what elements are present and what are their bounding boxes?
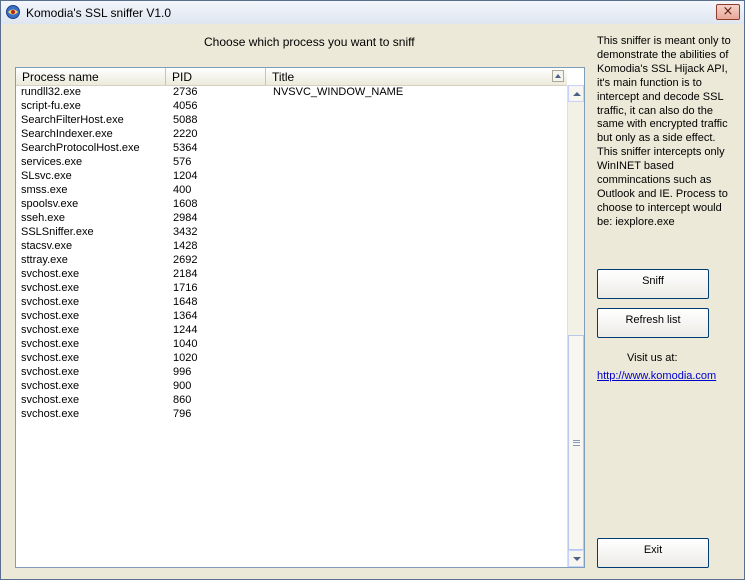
column-header-title[interactable]: Title [266,68,568,85]
table-row[interactable]: svchost.exe 1648 [16,295,567,309]
list-rows: rundll32.exe 2736 NVSVC_WINDOW_NAME script-… [16,85,567,567]
pid-cell: 1244 [173,324,198,336]
process-name-cell: sseh.exe [21,212,66,224]
process-name-cell: script-fu.exe [21,100,81,112]
table-row[interactable]: SearchFilterHost.exe 5088 [16,113,567,127]
process-name-cell: services.exe [21,156,83,168]
pid-cell: 4056 [173,100,198,112]
process-name-cell: svchost.exe [21,310,80,322]
pid-cell: 5088 [173,114,198,126]
table-row[interactable]: spoolsv.exe 1608 [16,197,567,211]
pid-cell: 1428 [173,240,198,252]
vertical-scrollbar[interactable] [567,85,584,567]
title-cell: NVSVC_WINDOW_NAME [273,86,404,98]
pid-cell: 2220 [173,128,198,140]
table-row[interactable]: SearchProtocolHost.exe 5364 [16,141,567,155]
pid-cell: 2692 [173,254,198,266]
process-name-cell: svchost.exe [21,408,80,420]
table-row[interactable]: script-fu.exe 4056 [16,99,567,113]
table-row[interactable]: SSLSniffer.exe 3432 [16,225,567,239]
process-name-cell: svchost.exe [21,282,80,294]
pid-cell: 576 [173,156,192,168]
exit-button[interactable]: Exit [597,538,709,568]
main-window: Komodia's SSL sniffer V1.0 × Choose whic… [0,0,745,580]
scroll-down-button[interactable] [568,550,584,567]
pid-cell: 860 [173,394,192,406]
client-area: Choose which process you want to sniff P… [1,24,744,579]
pid-cell: 1608 [173,198,198,210]
close-button[interactable]: × [716,4,740,20]
scroll-up-button[interactable] [568,85,584,102]
process-name-cell: svchost.exe [21,380,80,392]
process-list[interactable]: Process name PID Title rundll32.exe 2736 N… [15,67,585,568]
process-name-cell: SLsvc.exe [21,170,72,182]
table-row[interactable]: stacsv.exe 1428 [16,239,567,253]
process-name-cell: SearchProtocolHost.exe [21,142,140,154]
table-row[interactable]: services.exe 576 [16,155,567,169]
pid-cell: 1204 [173,170,198,182]
process-name-cell: svchost.exe [21,338,80,350]
table-row[interactable]: svchost.exe 1020 [16,351,567,365]
process-name-cell: spoolsv.exe [21,198,79,210]
process-name-cell: svchost.exe [21,352,80,364]
pid-cell: 3432 [173,226,198,238]
grip-icon [573,439,580,446]
table-row[interactable]: sseh.exe 2984 [16,211,567,225]
table-row[interactable]: smss.exe 400 [16,183,567,197]
table-row[interactable]: SLsvc.exe 1204 [16,169,567,183]
pid-cell: 796 [173,408,192,420]
process-name-cell: rundll32.exe [21,86,81,98]
pid-cell: 1020 [173,352,198,364]
sniff-button[interactable]: Sniff [597,269,709,299]
pid-cell: 1716 [173,282,198,294]
pid-cell: 5364 [173,142,198,154]
table-row[interactable]: svchost.exe 1244 [16,323,567,337]
process-name-cell: stacsv.exe [21,240,73,252]
table-row[interactable]: svchost.exe 860 [16,393,567,407]
process-name-cell: smss.exe [21,184,68,196]
pid-cell: 1040 [173,338,198,350]
process-name-cell: sttray.exe [21,254,68,266]
column-header-process-name[interactable]: Process name [16,68,166,85]
process-name-cell: svchost.exe [21,366,80,378]
process-name-cell: SearchFilterHost.exe [21,114,124,126]
title-bar[interactable]: Komodia's SSL sniffer V1.0 × [1,1,744,25]
table-row[interactable]: sttray.exe 2692 [16,253,567,267]
close-icon: × [722,4,734,19]
sort-up-icon[interactable] [552,70,564,82]
pid-cell: 996 [173,366,192,378]
process-name-cell: svchost.exe [21,394,80,406]
table-row[interactable]: svchost.exe 796 [16,407,567,421]
window-title: Komodia's SSL sniffer V1.0 [26,6,172,20]
list-header: Process name PID Title [16,68,567,86]
pid-cell: 2736 [173,86,198,98]
scroll-thumb[interactable] [568,335,584,550]
prompt-label: Choose which process you want to sniff [204,35,415,49]
table-row[interactable]: svchost.exe 1040 [16,337,567,351]
process-name-cell: svchost.exe [21,268,80,280]
table-row[interactable]: SearchIndexer.exe 2220 [16,127,567,141]
description-text: This sniffer is meant only to demonstrat… [597,35,731,228]
process-name-cell: SSLSniffer.exe [21,226,94,238]
table-row[interactable]: svchost.exe 1716 [16,281,567,295]
table-row[interactable]: svchost.exe 996 [16,365,567,379]
pid-cell: 1364 [173,310,198,322]
visit-label: Visit us at: [627,352,678,364]
pid-cell: 1648 [173,296,198,308]
table-row[interactable]: svchost.exe 900 [16,379,567,393]
table-row[interactable]: svchost.exe 1364 [16,309,567,323]
pid-cell: 900 [173,380,192,392]
table-row[interactable]: svchost.exe 2184 [16,267,567,281]
column-header-pid[interactable]: PID [166,68,266,85]
process-name-cell: svchost.exe [21,296,80,308]
pid-cell: 2184 [173,268,198,280]
pid-cell: 400 [173,184,192,196]
app-icon [6,5,20,19]
pid-cell: 2984 [173,212,198,224]
table-row[interactable]: rundll32.exe 2736 NVSVC_WINDOW_NAME [16,85,567,99]
process-name-cell: SearchIndexer.exe [21,128,113,140]
website-link[interactable]: http://www.komodia.com [597,370,716,382]
refresh-list-button[interactable]: Refresh list [597,308,709,338]
process-name-cell: svchost.exe [21,324,80,336]
